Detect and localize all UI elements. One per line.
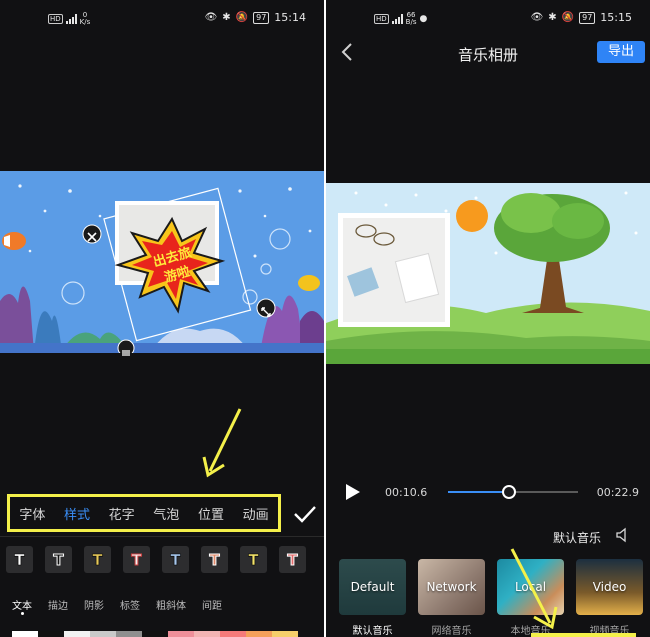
subtab-bold-italic[interactable]: 粗斜体 <box>156 597 186 612</box>
hd-icon: HD <box>374 14 389 24</box>
tab-fancy-text[interactable]: 花字 <box>109 504 135 523</box>
battery-level: 97 <box>579 11 596 24</box>
color-swatch[interactable] <box>142 631 168 637</box>
category-label: 默认音乐 <box>352 626 393 637</box>
annotation-arrow <box>202 408 242 478</box>
subtab-text[interactable]: 文本 <box>12 597 32 615</box>
style-preset-glyph: T <box>170 550 181 569</box>
style-preset-glyph: T <box>287 550 298 569</box>
style-preset-glyph: T <box>53 550 64 569</box>
subtab-stroke[interactable]: 描边 <box>48 597 68 612</box>
text-style-editor-screen: HD 0 K/s 👁 ✱ 🔕 97 15:14 出去旅游啦 字体 样式 花字 气… <box>0 0 324 637</box>
tab-bubble[interactable]: 气泡 <box>153 504 179 523</box>
style-preset-glyph: T <box>14 550 25 569</box>
volume-icon[interactable] <box>615 527 631 543</box>
style-preset[interactable]: T <box>240 546 267 573</box>
style-preset[interactable]: T <box>84 546 111 573</box>
network-speed: 0 K/s <box>80 12 91 26</box>
tab-animation[interactable]: 动画 <box>243 504 269 523</box>
category-default[interactable]: Default 默认音乐 <box>339 559 406 637</box>
style-preset[interactable]: T <box>6 546 33 573</box>
signal-icon <box>391 14 403 24</box>
color-swatch[interactable] <box>116 631 142 637</box>
divider <box>0 536 324 537</box>
wechat-icon: ● <box>419 14 428 24</box>
network-speed: 66 B/s <box>406 12 417 26</box>
tab-font[interactable]: 字体 <box>19 504 45 523</box>
tab-position[interactable]: 位置 <box>198 504 224 523</box>
category-thumb-text: Local <box>514 580 547 594</box>
color-swatch[interactable] <box>168 631 194 637</box>
album-preview[interactable] <box>326 183 650 364</box>
category-video[interactable]: Video 视频音乐 <box>576 559 643 637</box>
status-bar: HD 0 K/s 👁 ✱ 🔕 97 15:14 <box>0 0 324 36</box>
category-thumb: Default <box>339 559 406 615</box>
style-preset[interactable]: T <box>162 546 189 573</box>
style-presets: T T T T T T T T <box>6 546 324 573</box>
color-palette <box>12 631 298 637</box>
status-time: 15:14 <box>274 11 306 24</box>
color-swatch[interactable] <box>220 631 246 637</box>
bluetooth-icon: ✱ <box>548 12 557 23</box>
music-categories: Default 默认音乐 Network 网络音乐 Local 本地音乐 Vid… <box>339 559 643 637</box>
color-swatch[interactable] <box>246 631 272 637</box>
category-label: 网络音乐 <box>431 626 472 637</box>
confirm-check-icon[interactable] <box>293 504 317 524</box>
move-handle-icon[interactable] <box>121 343 131 356</box>
category-thumb: Video <box>576 559 643 615</box>
category-thumb-text: Network <box>426 580 477 594</box>
status-time: 15:15 <box>600 11 632 24</box>
subtab-label[interactable]: 标签 <box>120 597 140 612</box>
mute-icon: 🔕 <box>235 12 249 23</box>
network-speed-unit: K/s <box>79 18 91 26</box>
style-preset-glyph: T <box>131 550 142 569</box>
style-preset-glyph: T <box>92 550 103 569</box>
text-sub-tabs: 文本 描边 阴影 标签 粗斜体 间距 <box>12 597 222 615</box>
category-thumb-text: Default <box>350 580 395 594</box>
style-preset[interactable]: T <box>123 546 150 573</box>
resize-handle-icon[interactable] <box>261 302 271 317</box>
category-network[interactable]: Network 网络音乐 <box>418 559 485 637</box>
progress-knob[interactable] <box>502 485 516 499</box>
color-swatch[interactable] <box>38 631 64 637</box>
color-swatch[interactable] <box>194 631 220 637</box>
style-preset-glyph: T <box>248 550 259 569</box>
play-icon[interactable] <box>345 483 361 501</box>
eye-icon: 👁 <box>204 12 218 23</box>
tab-style[interactable]: 样式 <box>64 504 90 523</box>
current-time: 00:10.6 <box>385 486 428 499</box>
status-bar: HD 66 B/s ● 👁 ✱ 🔕 97 15:15 <box>326 0 650 36</box>
style-preset[interactable]: T <box>279 546 306 573</box>
color-swatch[interactable] <box>272 631 298 637</box>
text-tool-tabs: 字体 样式 花字 气泡 位置 动画 <box>7 494 281 532</box>
subtab-spacing[interactable]: 间距 <box>202 597 222 612</box>
signal-icon <box>65 14 77 24</box>
category-thumb: Local <box>497 559 564 615</box>
color-swatch[interactable] <box>12 631 38 637</box>
total-time: 00:22.9 <box>596 486 639 499</box>
highlight-underline <box>531 633 636 637</box>
hd-icon: HD <box>48 14 63 24</box>
category-thumb: Network <box>418 559 485 615</box>
style-preset-glyph: T <box>209 550 220 569</box>
music-album-screen: HD 66 B/s ● 👁 ✱ 🔕 97 15:15 音乐相册 导出 00:10… <box>326 0 650 637</box>
style-preset[interactable]: T <box>45 546 72 573</box>
color-swatch[interactable] <box>64 631 90 637</box>
bluetooth-icon: ✱ <box>222 12 231 23</box>
park-scene <box>326 183 650 364</box>
network-speed-unit: B/s <box>405 18 417 26</box>
delete-sticker-icon[interactable] <box>87 227 97 242</box>
subtab-shadow[interactable]: 阴影 <box>84 597 104 612</box>
current-music-name: 默认音乐 <box>552 531 601 545</box>
eye-icon: 👁 <box>530 12 544 23</box>
mute-icon: 🔕 <box>561 12 575 23</box>
category-thumb-text: Video <box>592 580 627 594</box>
progress-fill <box>448 491 509 493</box>
battery-level: 97 <box>253 11 270 24</box>
style-preset[interactable]: T <box>201 546 228 573</box>
category-local[interactable]: Local 本地音乐 <box>497 559 564 637</box>
export-button[interactable]: 导出 <box>597 41 645 63</box>
color-swatch[interactable] <box>90 631 116 637</box>
